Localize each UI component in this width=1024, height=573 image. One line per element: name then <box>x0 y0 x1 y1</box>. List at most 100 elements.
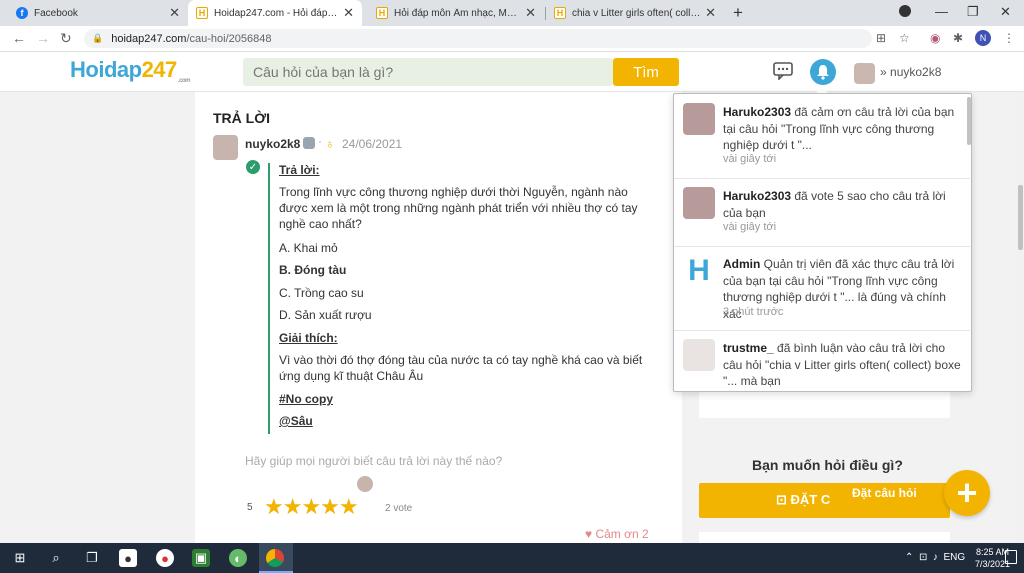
explanation-text: Vì vào thời đó thợ đóng tàu của nước ta … <box>279 353 643 383</box>
close-tab-icon[interactable]: ✕ <box>343 5 354 21</box>
notification-item[interactable]: Haruko2303 đã vote 5 sao cho câu trả lời… <box>674 179 970 247</box>
page-scrollbar-track <box>1017 92 1024 543</box>
maximize-icon[interactable]: ❐ <box>967 4 979 20</box>
system-tray[interactable]: ⌃ ⊡ ♪ ENG <box>905 552 965 563</box>
chevron-down-icon: » <box>880 65 887 79</box>
windows-taskbar <box>0 543 1024 573</box>
notification-bell-button[interactable] <box>810 59 836 85</box>
windows-start-icon[interactable]: ⊞ <box>11 549 29 567</box>
rating-prompt: Hãy giúp mọi người biết câu trả lời này … <box>245 454 503 468</box>
close-tab-icon[interactable]: ✕ <box>169 5 180 21</box>
option-a: A. Khai mỏ <box>279 241 338 255</box>
verified-check-icon: ✓ <box>246 160 260 174</box>
bookmark-star-icon[interactable]: ☆ <box>899 31 910 45</box>
medal-icon: ♁ <box>325 136 335 151</box>
url-path: /cau-hoi/2056848 <box>186 32 272 45</box>
username-label: nuyko2k8 <box>890 65 942 79</box>
tab-title: Hoidap247.com - Hỏi đáp online <box>214 7 339 19</box>
extensions-puzzle-icon[interactable]: ✱ <box>953 31 963 45</box>
answer-author-avatar[interactable] <box>213 135 238 160</box>
notification-time: vài giây tới <box>723 221 777 233</box>
notification-time: 3 phút trước <box>723 306 784 318</box>
browser-menu-icon[interactable]: ⋮ <box>1003 31 1015 45</box>
lock-icon: 🔒 <box>92 33 104 43</box>
volume-icon: ♪ <box>932 552 938 563</box>
notification-item[interactable]: Haruko2303 đã cảm ơn câu trả lời của bạn… <box>674 94 970 179</box>
close-tab-icon[interactable]: ✕ <box>705 5 716 21</box>
answer-date: 24/06/2021 <box>342 137 403 151</box>
tab-title: Facebook <box>34 7 78 19</box>
ask-question-heading: Bạn muốn hỏi điều gì? <box>752 457 903 473</box>
site-logo[interactable]: Hoidap247 .com <box>70 57 191 84</box>
heart-icon: ♥ <box>585 527 593 541</box>
tag-sau: @Sâu <box>279 414 313 428</box>
logo-suffix: .com <box>178 78 191 84</box>
notification-scrollbar[interactable] <box>967 97 971 145</box>
app-icon[interactable]: ● <box>119 549 137 567</box>
thanks-label: Cảm ơn 2 <box>595 527 649 541</box>
tab-facebook[interactable]: f Facebook ✕ <box>8 0 188 26</box>
chevron-up-icon: ⌃ <box>905 552 914 563</box>
search-input[interactable] <box>243 58 613 86</box>
notification-avatar <box>683 103 715 135</box>
notification-avatar <box>683 339 715 371</box>
tab-title: Hỏi đáp môn Âm nhạc, Mỹ thuật <box>394 7 521 19</box>
separator-dot: · <box>318 134 322 148</box>
new-tab-icon[interactable]: + <box>733 3 743 23</box>
tab-search-icon[interactable] <box>899 5 911 17</box>
user-avatar[interactable] <box>854 63 875 84</box>
task-view-icon[interactable]: ❐ <box>83 549 101 567</box>
answer-label: Trả lời: <box>279 163 320 177</box>
app-icon[interactable]: ● <box>156 549 174 567</box>
reload-icon[interactable]: ↻ <box>60 30 72 47</box>
search-icon[interactable]: ⌕ <box>47 549 65 567</box>
ask-button-label: ⊡ ĐẶT C <box>776 492 831 507</box>
logo-text: Hoidap <box>70 57 142 82</box>
search-button[interactable]: Tìm <box>613 58 679 86</box>
plus-fab-button[interactable]: + <box>944 470 990 516</box>
close-tab-icon[interactable]: ✕ <box>525 5 536 21</box>
answer-author-name[interactable]: nuyko2k8 <box>245 137 300 151</box>
extension-icon[interactable]: ◉ <box>930 31 940 45</box>
tab-am-nhac[interactable]: H Hỏi đáp môn Âm nhạc, Mỹ thuật ✕ <box>368 0 544 26</box>
notification-text: trustme_ đã bình luận vào câu trả lời ch… <box>723 341 961 388</box>
sidebar-card <box>699 532 950 543</box>
notification-text: Haruko2303 đã vote 5 sao cho câu trả lời… <box>723 189 946 220</box>
notification-item[interactable]: H Admin Quản trị viên đã xác thực câu tr… <box>674 247 970 331</box>
notification-avatar <box>683 187 715 219</box>
forward-icon[interactable]: → <box>36 30 50 46</box>
rating-score: 5 <box>247 502 253 513</box>
url-field[interactable]: 🔒 hoidap247.com/cau-hoi/2056848 <box>84 29 872 48</box>
logo-number: 247 <box>141 57 178 82</box>
app-icon[interactable]: ▣ <box>192 549 210 567</box>
close-window-icon[interactable]: ✕ <box>1000 4 1011 20</box>
option-c: C. Trồng cao su <box>279 286 364 300</box>
hoidap-icon: H <box>554 7 566 19</box>
thanks-button[interactable]: ♥ Cảm ơn 2 <box>585 527 649 541</box>
notification-center-icon[interactable] <box>1005 550 1017 564</box>
notification-item[interactable]: trustme_ đã bình luận vào câu trả lời ch… <box>674 331 970 391</box>
chat-icon[interactable] <box>773 62 793 80</box>
back-icon[interactable]: ← <box>12 30 26 46</box>
app-icon[interactable]: ◐ <box>229 549 247 567</box>
chrome-icon[interactable] <box>266 549 284 567</box>
url-host: hoidap247.com <box>111 32 187 45</box>
user-menu[interactable]: » nuyko2k8 <box>880 65 941 79</box>
accepted-answer-bar <box>268 163 270 434</box>
ask-icon: ⊡ <box>776 492 787 507</box>
hoidap-icon: H <box>376 7 388 19</box>
ask-tooltip: Đặt câu hỏi <box>852 486 917 500</box>
tab-chia-v[interactable]: H chia v Litter girls often( collect) b … <box>546 0 724 26</box>
tag-no-copy: #No copy <box>279 392 334 406</box>
minimize-icon[interactable]: — <box>935 4 948 19</box>
answers-heading: TRẢ LỜI <box>213 110 271 126</box>
tab-hoidap-active[interactable]: H Hoidap247.com - Hỏi đáp online ✕ <box>188 0 362 26</box>
explanation-label: Giải thích: <box>279 331 338 345</box>
voter-avatar <box>357 476 373 492</box>
page-scrollbar[interactable] <box>1018 185 1023 250</box>
profile-avatar[interactable]: N <box>975 30 991 46</box>
rating-stars[interactable]: ★★★★★ <box>264 494 359 520</box>
admin-logo-icon: H <box>683 254 715 287</box>
translate-icon[interactable]: ⊞ <box>876 31 886 45</box>
notification-text: Haruko2303 đã cảm ơn câu trả lời của bạn… <box>723 105 955 152</box>
